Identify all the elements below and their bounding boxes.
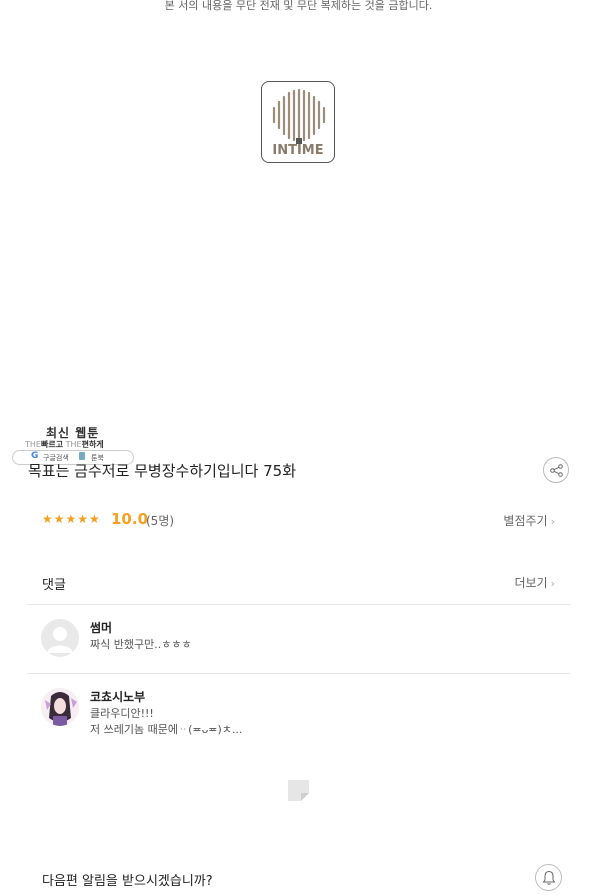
promo-easy: 편하게: [81, 440, 104, 449]
more-label: 더보기: [514, 576, 548, 590]
comment-text: 짜식 반했구만..ㅎㅎㅎ: [90, 638, 192, 651]
intime-logo: INTIME: [261, 81, 335, 163]
rate-button[interactable]: 별점주기 ›: [503, 512, 555, 529]
share-button[interactable]: [543, 457, 569, 483]
alert-subscribe-button[interactable]: [535, 864, 562, 891]
logo-text: INTIME: [272, 143, 324, 158]
user-icon: [47, 627, 73, 653]
promo-the-1: THE: [25, 440, 41, 449]
promo-subline: THE빠르고 THE편하게: [25, 439, 104, 450]
rating-stars: ★★★★★: [42, 512, 101, 526]
next-episode-alert-question: 다음편 알림을 받으시겠습니까?: [42, 874, 213, 889]
promo-fast: 빠르고: [40, 440, 64, 449]
more-comments-button[interactable]: 더보기 ›: [514, 574, 555, 591]
rating-score: 10.0: [111, 510, 149, 528]
copyright-notice: 본 서의 내용을 무단 전재 및 무단 복제하는 것을 금합니다.: [164, 0, 433, 12]
rating-count: (5명): [146, 514, 175, 528]
divider: [27, 604, 570, 605]
promo-the-2: THE: [65, 440, 82, 449]
episode-title: 목표는 금수저로 무병장수하기입니다 75화: [28, 462, 296, 480]
avatar-image: [41, 688, 79, 726]
chevron-right-icon: ›: [550, 515, 555, 528]
avatar-default: [41, 619, 79, 657]
comments-header: 댓글: [42, 578, 66, 593]
comment-author: 썸머: [90, 621, 113, 635]
comment-author: 코쵸시노부: [90, 690, 146, 704]
rate-label: 별점주기: [503, 514, 548, 528]
bell-icon: [542, 870, 556, 885]
character-avatar: [41, 688, 79, 726]
comment-text-line-1: 클라우디안!!!: [90, 707, 154, 720]
image-placeholder-icon: [288, 780, 309, 801]
chevron-right-icon: ›: [550, 577, 555, 590]
book-icon: [79, 452, 85, 460]
divider: [27, 673, 570, 674]
comment-text-line-2: 저 쓰레기놈 때문에ᆢ(≖ᴗ≖)ㅊ...: [90, 723, 243, 736]
share-icon: [550, 464, 563, 477]
